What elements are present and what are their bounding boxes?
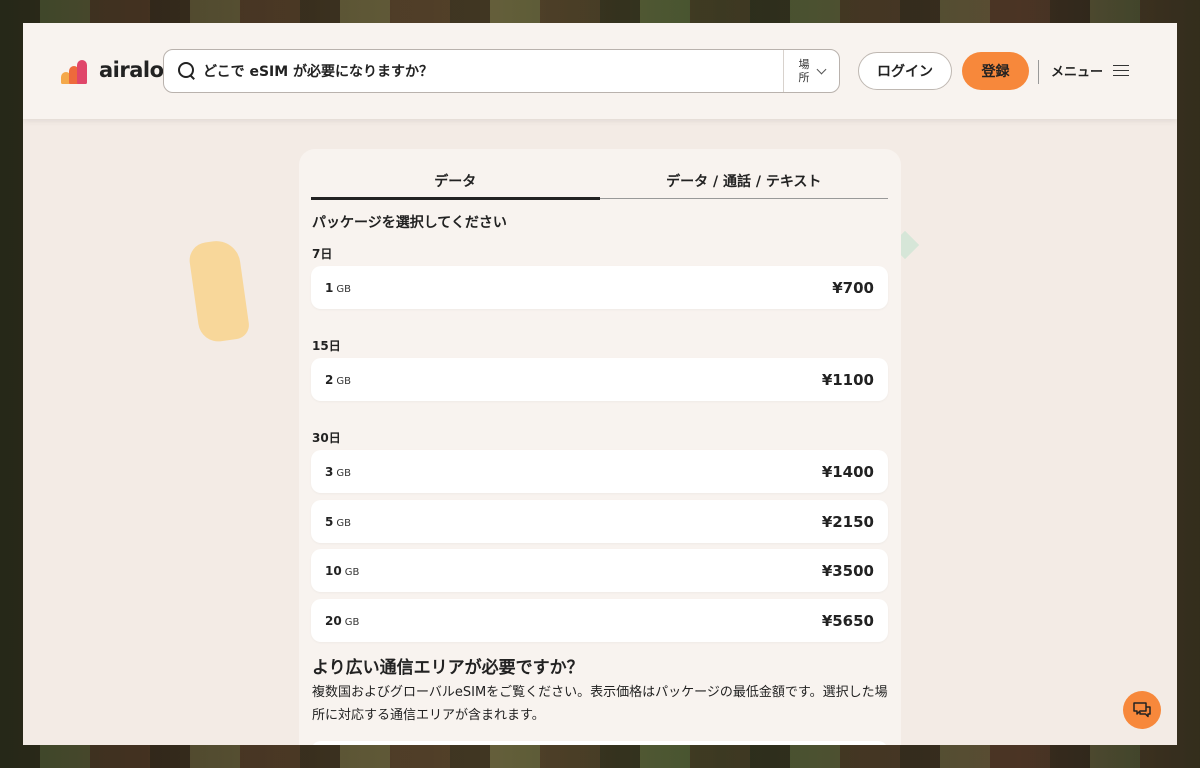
location-dropdown[interactable]: 場所 — [784, 58, 839, 84]
regional-esim-card[interactable] — [311, 741, 888, 745]
hamburger-icon — [1113, 64, 1130, 77]
package-card: データ データ / 通話 / テキスト パッケージを選択してください 7日 1G… — [299, 149, 901, 745]
package-amount: 10 — [325, 563, 342, 578]
menu-button[interactable]: メニュー — [1051, 61, 1130, 80]
search-bar[interactable]: どこで eSIM が必要になりますか？ 場所 — [163, 49, 840, 93]
package-option[interactable]: 20 GB ¥5650 — [311, 599, 888, 642]
airalo-logo[interactable]: airalo — [61, 56, 164, 84]
package-amount: 3 — [325, 464, 334, 479]
logo-text: airalo — [99, 58, 164, 82]
package-unit: GB — [336, 375, 351, 387]
tab-data-voice-text[interactable]: データ / 通話 / テキスト — [600, 163, 889, 198]
register-button[interactable]: 登録 — [962, 52, 1029, 90]
package-option[interactable]: 1 GB ¥700 — [311, 266, 888, 309]
package-price: ¥1100 — [821, 370, 874, 389]
package-unit: GB — [336, 283, 351, 295]
package-unit: GB — [344, 616, 360, 628]
chat-button[interactable] — [1123, 691, 1161, 729]
wide-area-title: より広い通信エリアが必要ですか？ — [312, 658, 584, 678]
chat-icon — [1133, 702, 1151, 718]
package-amount: 20 — [325, 613, 342, 628]
package-tabs: データ データ / 通話 / テキスト — [311, 163, 889, 200]
package-unit: GB — [336, 467, 351, 479]
decorative-shape-yellow — [187, 238, 251, 344]
search-icon — [177, 61, 197, 81]
select-package-title: パッケージを選択してください — [312, 215, 507, 231]
wide-area-description: 複数国およびグローバルeSIMをご覧ください。表示価格はパッケージの最低金額です… — [312, 685, 888, 723]
package-price: ¥2150 — [821, 512, 874, 531]
chevron-down-icon — [816, 64, 827, 74]
package-option[interactable]: 5 GB ¥2150 — [311, 500, 888, 543]
package-option[interactable]: 2 GB ¥1100 — [311, 358, 888, 401]
package-unit: GB — [336, 517, 351, 529]
package-price: ¥5650 — [821, 611, 874, 630]
package-amount: 1 — [325, 280, 334, 295]
location-label: 場所 — [798, 58, 810, 84]
group-label-30d: 30日 — [312, 431, 341, 445]
group-label-15d: 15日 — [312, 339, 341, 353]
tab-data[interactable]: データ — [311, 163, 600, 200]
search-input[interactable]: どこで eSIM が必要になりますか？ — [203, 61, 783, 81]
package-price: ¥700 — [832, 278, 874, 297]
package-price: ¥3500 — [821, 561, 874, 580]
logo-mark-icon — [61, 56, 95, 84]
group-label-7d: 7日 — [312, 247, 333, 261]
package-amount: 5 — [325, 514, 334, 529]
package-unit: GB — [344, 566, 360, 578]
package-price: ¥1400 — [821, 462, 874, 481]
site-header: airalo どこで eSIM が必要になりますか？ 場所 ログイン 登録 メニ… — [23, 23, 1177, 119]
browser-window: airalo どこで eSIM が必要になりますか？ 場所 ログイン 登録 メニ… — [23, 23, 1177, 745]
package-amount: 2 — [325, 372, 334, 387]
package-option[interactable]: 10 GB ¥3500 — [311, 549, 888, 592]
header-divider — [1038, 60, 1039, 84]
package-option[interactable]: 3 GB ¥1400 — [311, 450, 888, 493]
login-button[interactable]: ログイン — [858, 52, 952, 90]
menu-label: メニュー — [1051, 65, 1104, 80]
